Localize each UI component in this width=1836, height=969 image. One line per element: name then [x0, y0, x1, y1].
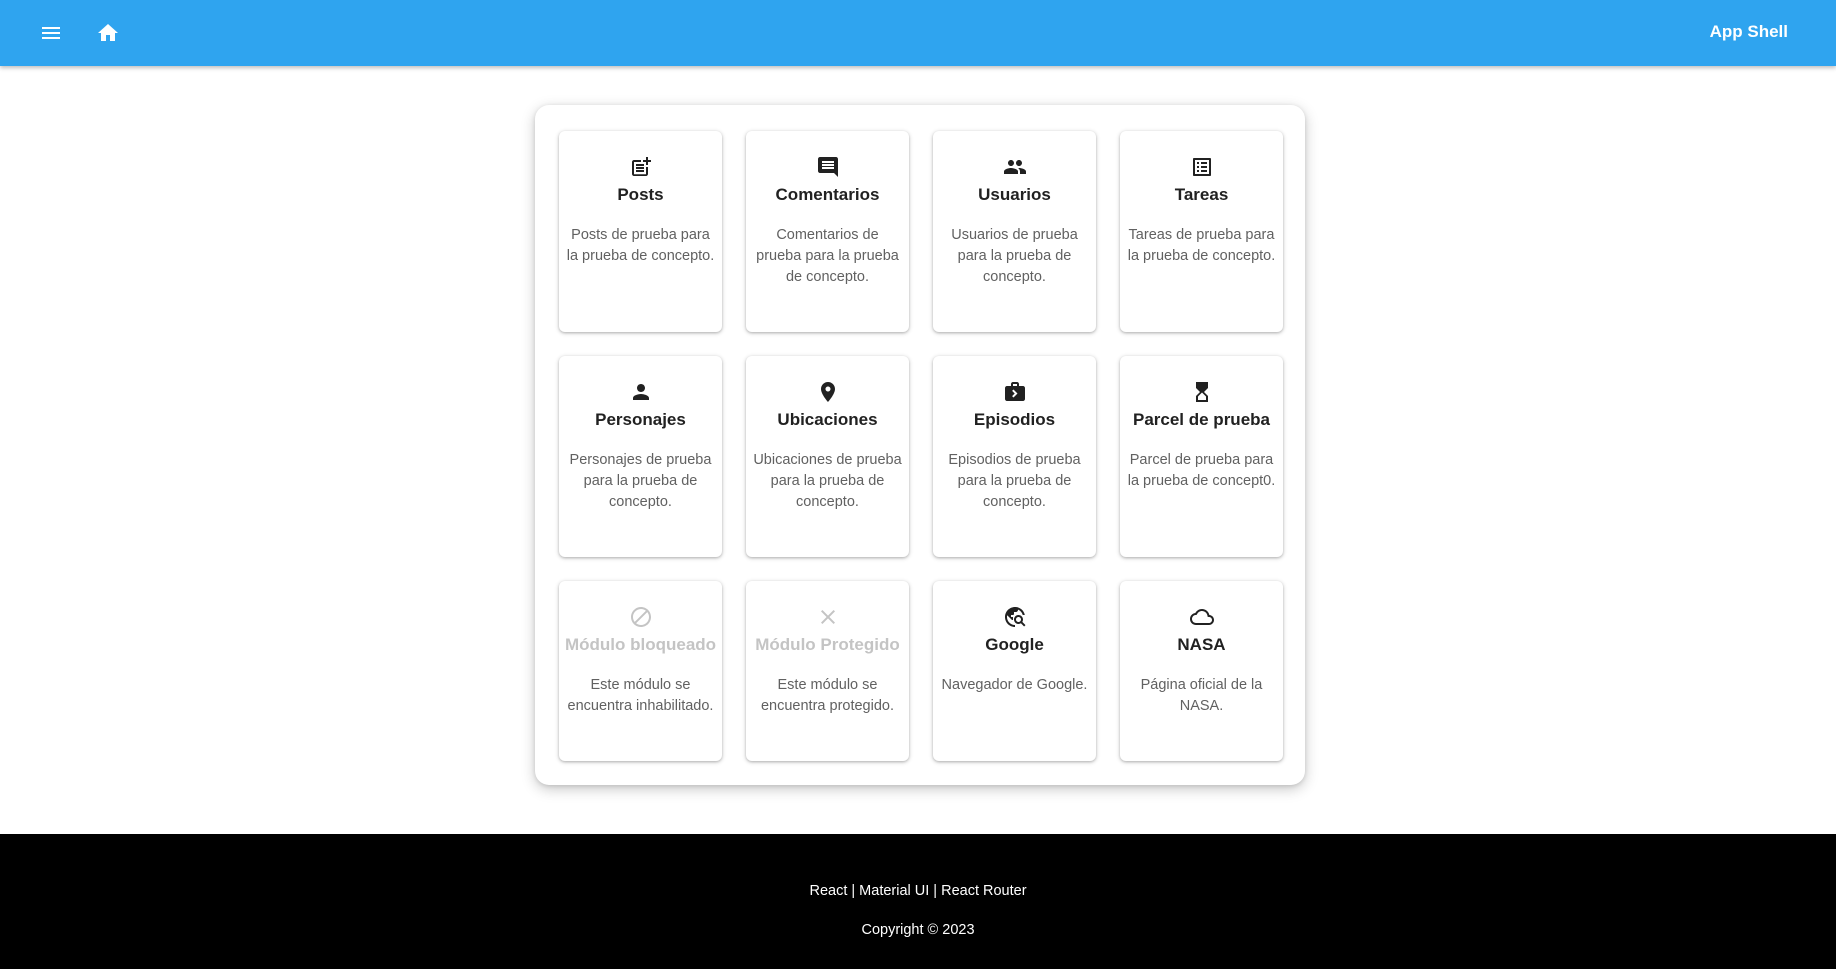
- module-card-episodios[interactable]: Episodios Episodios de prueba para la pr…: [933, 356, 1096, 557]
- hourglass-icon: [1190, 380, 1214, 404]
- card-title: Personajes: [595, 410, 686, 429]
- work-icon: [1003, 380, 1027, 404]
- card-description: Página oficial de la NASA.: [1140, 677, 1263, 714]
- app-bar: App Shell: [0, 0, 1836, 66]
- card-title: Módulo bloqueado: [564, 635, 717, 654]
- comment-icon: [816, 155, 840, 179]
- travel-explore-icon: [1003, 605, 1027, 629]
- menu-icon: [42, 27, 60, 39]
- card-title: Usuarios: [978, 185, 1051, 204]
- location-pin-icon: [816, 380, 840, 404]
- module-grid-panel: Posts Posts de prueba para la prueba de …: [535, 105, 1305, 785]
- card-title: Comentarios: [775, 185, 880, 204]
- card-description: Episodios de prueba para la prueba de co…: [948, 452, 1081, 510]
- close-icon: [816, 605, 840, 629]
- module-card-protegido: Módulo Protegido Este módulo se encuentr…: [746, 581, 909, 761]
- module-card-ubicaciones[interactable]: Ubicaciones Ubicaciones de prueba para l…: [746, 356, 909, 557]
- card-title: NASA: [1177, 635, 1226, 654]
- module-card-personajes[interactable]: Personajes Personajes de prueba para la …: [559, 356, 722, 557]
- module-card-posts[interactable]: Posts Posts de prueba para la prueba de …: [559, 131, 722, 332]
- home-icon: [98, 24, 118, 41]
- module-card-parcel[interactable]: Parcel de prueba Parcel de prueba para l…: [1120, 356, 1283, 557]
- module-card-google[interactable]: Google Navegador de Google.: [933, 581, 1096, 761]
- home-button[interactable]: [88, 13, 128, 53]
- card-description: Este módulo se encuentra inhabilitado.: [567, 677, 714, 714]
- card-title: Episodios: [973, 410, 1056, 429]
- card-description: Parcel de prueba para la prueba de conce…: [1127, 452, 1276, 489]
- people-icon: [1003, 155, 1027, 179]
- card-title: Google: [985, 635, 1044, 654]
- module-card-tareas[interactable]: Tareas Tareas de prueba para la prueba d…: [1120, 131, 1283, 332]
- card-description: Personajes de prueba para la prueba de c…: [569, 452, 712, 510]
- card-description: Posts de prueba para la prueba de concep…: [566, 227, 715, 264]
- card-title: Ubicaciones: [777, 410, 878, 429]
- list-alt-icon: [1190, 155, 1214, 179]
- footer-copyright: Copyright © 2023: [861, 922, 975, 938]
- module-card-bloqueado: Módulo bloqueado Este módulo se encuentr…: [559, 581, 722, 761]
- card-description: Usuarios de prueba para la prueba de con…: [951, 227, 1078, 285]
- block-icon: [629, 605, 653, 629]
- footer: React | Material UI | React Router Copyr…: [0, 834, 1836, 969]
- person-icon: [629, 380, 653, 404]
- card-description: Tareas de prueba para la prueba de conce…: [1127, 227, 1276, 264]
- app-title: App Shell: [1709, 22, 1788, 41]
- card-description: Comentarios de prueba para la prueba de …: [756, 227, 899, 285]
- card-description: Este módulo se encuentra protegido.: [760, 677, 894, 714]
- card-description: Ubicaciones de prueba para la prueba de …: [753, 452, 902, 510]
- cloud-icon: [1189, 605, 1214, 629]
- card-title: Tareas: [1174, 185, 1229, 204]
- card-title: Parcel de prueba: [1132, 410, 1270, 429]
- menu-button[interactable]: [31, 13, 71, 53]
- card-title: Módulo Protegido: [755, 635, 900, 654]
- module-card-nasa[interactable]: NASA Página oficial de la NASA.: [1120, 581, 1283, 761]
- footer-links-text: React | Material UI | React Router: [809, 883, 1027, 899]
- card-description: Navegador de Google.: [941, 677, 1088, 693]
- module-card-usuarios[interactable]: Usuarios Usuarios de prueba para la prue…: [933, 131, 1096, 332]
- card-title: Posts: [617, 185, 664, 204]
- post-add-icon: [629, 155, 653, 179]
- module-card-comentarios[interactable]: Comentarios Comentarios de prueba para l…: [746, 131, 909, 332]
